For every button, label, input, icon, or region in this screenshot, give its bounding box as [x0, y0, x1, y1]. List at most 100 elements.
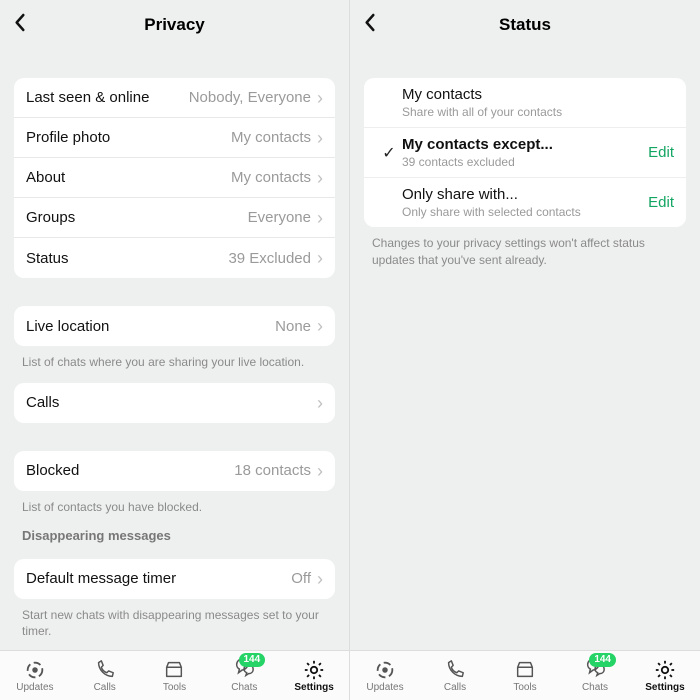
- chevron-right-icon: ›: [317, 209, 323, 227]
- row-value: 39 Excluded: [228, 250, 311, 267]
- chevron-right-icon: ›: [317, 570, 323, 588]
- status-option-only-share-with[interactable]: Only share with... Only share with selec…: [364, 178, 686, 227]
- row-last-seen[interactable]: Last seen & online Nobody, Everyone ›: [14, 78, 335, 118]
- option-body: My contacts except... 39 contacts exclud…: [402, 136, 640, 169]
- tab-chats[interactable]: 144 Chats: [560, 651, 630, 700]
- row-label: Live location: [26, 318, 275, 335]
- row-label: Calls: [26, 394, 311, 411]
- row-value: 18 contacts: [234, 462, 311, 479]
- gear-icon: [654, 659, 676, 681]
- tab-label: Tools: [163, 682, 186, 693]
- row-value: Nobody, Everyone: [189, 89, 311, 106]
- phone-icon: [444, 659, 466, 681]
- row-value: Off: [291, 570, 311, 587]
- check-icon: ✓: [376, 143, 402, 163]
- blocked-group: Blocked 18 contacts ›: [14, 451, 335, 491]
- tab-label: Calls: [94, 682, 116, 693]
- storefront-icon: [514, 659, 536, 681]
- option-title: My contacts: [402, 86, 674, 103]
- chevron-right-icon: ›: [317, 249, 323, 267]
- phone-icon: [94, 659, 116, 681]
- status-ring-icon: [374, 659, 396, 681]
- header: Privacy: [0, 0, 349, 50]
- option-body: Only share with... Only share with selec…: [402, 186, 640, 219]
- row-label: Blocked: [26, 462, 234, 479]
- row-status[interactable]: Status 39 Excluded ›: [14, 238, 335, 278]
- tab-bar: Updates Calls Tools 144 Chats Settings: [0, 650, 349, 700]
- page-title: Privacy: [144, 15, 205, 35]
- tab-label: Updates: [366, 682, 403, 693]
- status-note: Changes to your privacy settings won't a…: [364, 227, 686, 269]
- chevron-left-icon: [362, 13, 378, 33]
- row-groups[interactable]: Groups Everyone ›: [14, 198, 335, 238]
- tab-label: Tools: [513, 682, 536, 693]
- chevron-right-icon: ›: [317, 317, 323, 335]
- row-value: My contacts: [231, 169, 311, 186]
- tab-updates[interactable]: Updates: [0, 651, 70, 700]
- row-label: Profile photo: [26, 129, 231, 146]
- status-options-group: My contacts Share with all of your conta…: [364, 78, 686, 227]
- option-body: My contacts Share with all of your conta…: [402, 86, 674, 119]
- row-label: Groups: [26, 209, 248, 226]
- status-option-my-contacts-except[interactable]: ✓ My contacts except... 39 contacts excl…: [364, 128, 686, 178]
- tab-label: Chats: [582, 682, 608, 693]
- row-value: None: [275, 318, 311, 335]
- row-default-timer[interactable]: Default message timer Off ›: [14, 559, 335, 599]
- chevron-left-icon: [12, 13, 28, 33]
- tab-chats[interactable]: 144 Chats: [209, 651, 279, 700]
- privacy-main-group: Last seen & online Nobody, Everyone › Pr…: [14, 78, 335, 278]
- tab-label: Settings: [294, 682, 333, 693]
- header: Status: [350, 0, 700, 50]
- row-label: About: [26, 169, 231, 186]
- status-content: My contacts Share with all of your conta…: [350, 50, 700, 700]
- chevron-right-icon: ›: [317, 169, 323, 187]
- row-about[interactable]: About My contacts ›: [14, 158, 335, 198]
- row-value: Everyone: [248, 209, 311, 226]
- chevron-right-icon: ›: [317, 462, 323, 480]
- back-button[interactable]: [362, 13, 378, 38]
- tab-calls[interactable]: Calls: [420, 651, 490, 700]
- chevron-right-icon: ›: [317, 129, 323, 147]
- status-ring-icon: [24, 659, 46, 681]
- live-location-note: List of chats where you are sharing your…: [14, 346, 335, 371]
- chevron-right-icon: ›: [317, 394, 323, 412]
- row-live-location[interactable]: Live location None ›: [14, 306, 335, 346]
- tab-settings[interactable]: Settings: [630, 651, 700, 700]
- tab-settings[interactable]: Settings: [279, 651, 349, 700]
- timer-note: Start new chats with disappearing messag…: [14, 599, 335, 641]
- row-label: Default message timer: [26, 570, 291, 587]
- row-label: Status: [26, 250, 228, 267]
- status-screen: Status My contacts Share with all of you…: [350, 0, 700, 700]
- chats-badge: 144: [589, 653, 616, 667]
- calls-group: Calls ›: [14, 383, 335, 423]
- status-option-my-contacts[interactable]: My contacts Share with all of your conta…: [364, 78, 686, 128]
- option-subtitle: 39 contacts excluded: [402, 155, 640, 169]
- live-location-group: Live location None ›: [14, 306, 335, 346]
- tab-label: Calls: [444, 682, 466, 693]
- privacy-screen: Privacy Last seen & online Nobody, Every…: [0, 0, 350, 700]
- tab-updates[interactable]: Updates: [350, 651, 420, 700]
- tab-label: Updates: [16, 682, 53, 693]
- row-calls[interactable]: Calls ›: [14, 383, 335, 423]
- page-title: Status: [499, 15, 551, 35]
- chevron-right-icon: ›: [317, 89, 323, 107]
- gear-icon: [303, 659, 325, 681]
- storefront-icon: [163, 659, 185, 681]
- row-blocked[interactable]: Blocked 18 contacts ›: [14, 451, 335, 491]
- tab-tools[interactable]: Tools: [140, 651, 210, 700]
- back-button[interactable]: [12, 13, 28, 38]
- tab-label: Settings: [645, 682, 684, 693]
- edit-button[interactable]: Edit: [640, 144, 674, 161]
- tab-tools[interactable]: Tools: [490, 651, 560, 700]
- tab-bar: Updates Calls Tools 144 Chats Settings: [350, 650, 700, 700]
- blocked-note: List of contacts you have blocked.: [14, 491, 335, 516]
- row-profile-photo[interactable]: Profile photo My contacts ›: [14, 118, 335, 158]
- edit-button[interactable]: Edit: [640, 194, 674, 211]
- tab-calls[interactable]: Calls: [70, 651, 140, 700]
- option-title: Only share with...: [402, 186, 640, 203]
- tab-label: Chats: [231, 682, 257, 693]
- disappearing-heading: Disappearing messages: [14, 516, 335, 547]
- row-label: Last seen & online: [26, 89, 189, 106]
- option-subtitle: Share with all of your contacts: [402, 105, 674, 119]
- option-title: My contacts except...: [402, 136, 640, 153]
